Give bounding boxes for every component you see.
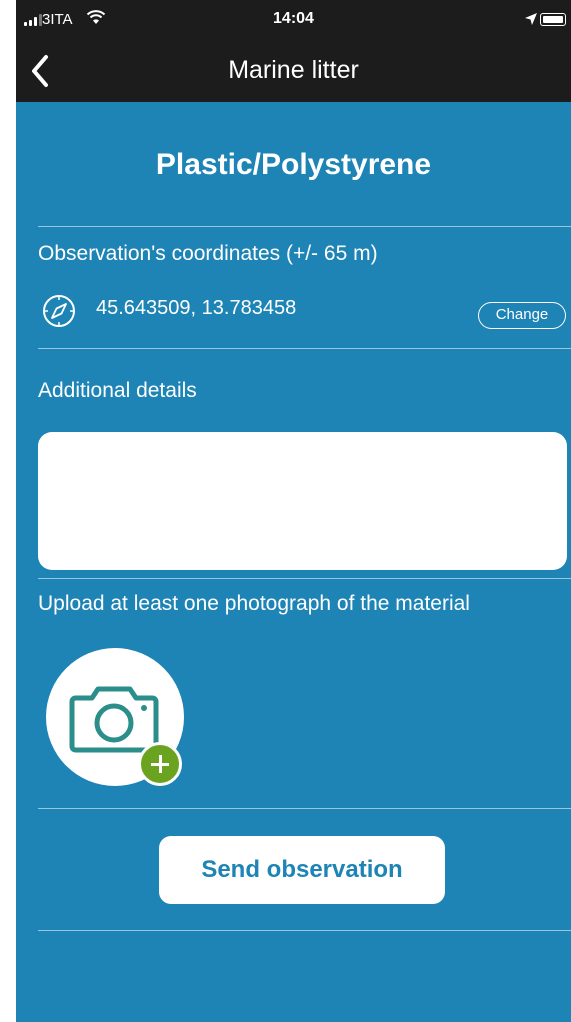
status-time: 14:04 <box>273 10 314 27</box>
app-screen: 3ITA 14:04 Marine litter Plastic/Polysty… <box>16 0 571 1022</box>
plus-icon <box>138 742 182 786</box>
upload-photo-label: Upload at least one photograph of the ma… <box>38 592 470 615</box>
divider <box>38 226 571 227</box>
divider <box>38 808 571 809</box>
additional-details-label: Additional details <box>38 379 197 402</box>
divider <box>38 578 571 579</box>
status-bar: 3ITA 14:04 <box>16 0 571 40</box>
change-location-button[interactable]: Change <box>478 302 566 329</box>
additional-details-input[interactable] <box>38 432 567 570</box>
compass-icon <box>43 295 75 327</box>
divider <box>38 348 571 349</box>
add-photo-button[interactable] <box>46 648 184 786</box>
divider <box>38 930 571 931</box>
navigation-bar: Marine litter <box>16 40 571 102</box>
coordinates-label: Observation's coordinates (+/- 65 m) <box>38 242 378 265</box>
battery-icon <box>540 13 566 26</box>
coordinates-value: 45.643509, 13.783458 <box>96 297 297 319</box>
category-title: Plastic/Polystyrene <box>155 148 432 181</box>
location-arrow-icon <box>525 13 537 25</box>
send-observation-button[interactable]: Send observation <box>159 836 445 904</box>
nav-title: Marine litter <box>228 56 359 84</box>
camera-icon <box>69 686 159 753</box>
